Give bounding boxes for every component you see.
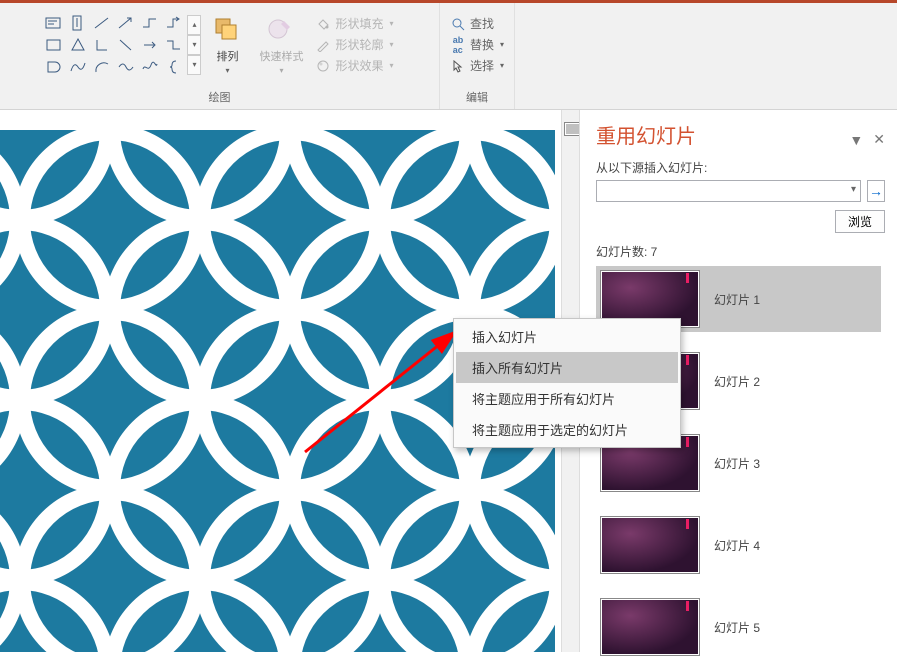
group-editing: 查找 abac 替换 ▾ 选择 ▾ 编辑 [440, 0, 515, 109]
select-button[interactable]: 选择 ▾ [448, 56, 506, 75]
shape-arrow2-icon[interactable] [139, 35, 161, 55]
replace-label: 替换 [470, 36, 494, 53]
shape-textbox-icon[interactable] [43, 13, 65, 33]
gallery-more-icon[interactable]: ▾ [187, 55, 201, 75]
cursor-icon [450, 58, 466, 74]
shape-elbow-icon[interactable] [139, 13, 161, 33]
shape-arc-icon[interactable] [91, 57, 113, 77]
shape-curve-icon[interactable] [67, 57, 89, 77]
bucket-icon [315, 16, 331, 32]
shape-wave-icon[interactable] [115, 57, 137, 77]
arrange-icon [211, 14, 243, 46]
shape-l-icon[interactable] [91, 35, 113, 55]
shapes-gallery[interactable] [43, 13, 185, 77]
shape-connector-icon[interactable] [163, 35, 185, 55]
browse-button[interactable]: 浏览 [835, 210, 885, 233]
slide-label: 幻灯片 4 [714, 537, 760, 554]
shape-outline-button: 形状轮廓 ▾ [313, 35, 395, 54]
shape-fill-label: 形状填充 [335, 15, 383, 32]
replace-icon: abac [450, 37, 466, 53]
replace-button[interactable]: abac 替换 ▾ [448, 35, 506, 54]
shape-vtextbox-icon[interactable] [67, 13, 89, 33]
slide-label: 幻灯片 2 [714, 373, 760, 390]
list-item[interactable]: 幻灯片 5 [596, 594, 881, 660]
effects-icon [315, 58, 331, 74]
group-drawing: ▴ ▾ ▾ 排列 ▾ 快速样式 ▾ 形状填充 ▾ [0, 0, 440, 109]
list-item[interactable]: 幻灯片 4 [596, 512, 881, 578]
find-button[interactable]: 查找 [448, 14, 506, 33]
pane-menu-icon[interactable]: ▼ [849, 132, 863, 148]
group-editing-label: 编辑 [466, 85, 488, 107]
shape-scribble-icon[interactable] [139, 57, 161, 77]
search-icon [450, 16, 466, 32]
ribbon-accent-line [0, 0, 897, 3]
gallery-down-icon[interactable]: ▾ [187, 35, 201, 55]
shape-elbow-arrow-icon[interactable] [163, 13, 185, 33]
slide-thumbnail [600, 598, 700, 656]
shape-diag-icon[interactable] [115, 35, 137, 55]
quick-styles-button: 快速样式 ▾ [253, 12, 309, 77]
shape-brace-icon[interactable] [163, 57, 185, 77]
gallery-scroll-buttons: ▴ ▾ ▾ [187, 15, 201, 75]
menu-apply-theme-all[interactable]: 将主题应用于所有幻灯片 [456, 383, 678, 414]
shape-line-icon[interactable] [91, 13, 113, 33]
slide-count-label: 幻灯片数: 7 [596, 243, 885, 260]
arrange-button[interactable]: 排列 ▾ [205, 12, 249, 77]
slide-label: 幻灯片 5 [714, 619, 760, 636]
slide-thumbnail [600, 516, 700, 574]
quick-styles-label: 快速样式 [259, 48, 303, 64]
arrange-label: 排列 [216, 48, 238, 64]
group-drawing-label: 绘图 [209, 85, 231, 107]
shape-arrow-icon[interactable] [115, 13, 137, 33]
shape-dshape-icon[interactable] [43, 57, 65, 77]
menu-insert-all-slides[interactable]: 插入所有幻灯片 [456, 352, 678, 383]
shape-rect-icon[interactable] [43, 35, 65, 55]
shape-effects-button: 形状效果 ▾ [313, 56, 395, 75]
insert-from-label: 从以下源插入幻灯片: [596, 159, 885, 176]
menu-apply-theme-selected[interactable]: 将主题应用于选定的幻灯片 [456, 414, 678, 445]
shape-triangle-icon[interactable] [67, 35, 89, 55]
ribbon: ▴ ▾ ▾ 排列 ▾ 快速样式 ▾ 形状填充 ▾ [0, 0, 897, 110]
shape-fill-button: 形状填充 ▾ [313, 14, 395, 33]
menu-insert-slide[interactable]: 插入幻灯片 [456, 321, 678, 352]
pane-title: 重用幻灯片 [596, 120, 696, 149]
find-label: 查找 [470, 15, 494, 32]
shape-effects-label: 形状效果 [335, 57, 383, 74]
close-icon[interactable]: ✕ [873, 131, 885, 148]
pen-icon [315, 37, 331, 53]
workspace: 重用幻灯片 ▼ ✕ 从以下源插入幻灯片: → 浏览 幻灯片数: 7 幻灯片 1 … [0, 110, 897, 652]
source-path-combo[interactable] [596, 180, 861, 202]
context-menu: 插入幻灯片 插入所有幻灯片 将主题应用于所有幻灯片 将主题应用于选定的幻灯片 [453, 318, 681, 448]
go-button[interactable]: → [867, 180, 885, 202]
gallery-up-icon[interactable]: ▴ [187, 15, 201, 35]
select-label: 选择 [470, 57, 494, 74]
shape-outline-label: 形状轮廓 [335, 36, 383, 53]
slide-label: 幻灯片 3 [714, 455, 760, 472]
quick-styles-icon [265, 14, 297, 46]
slide-label: 幻灯片 1 [714, 291, 760, 308]
